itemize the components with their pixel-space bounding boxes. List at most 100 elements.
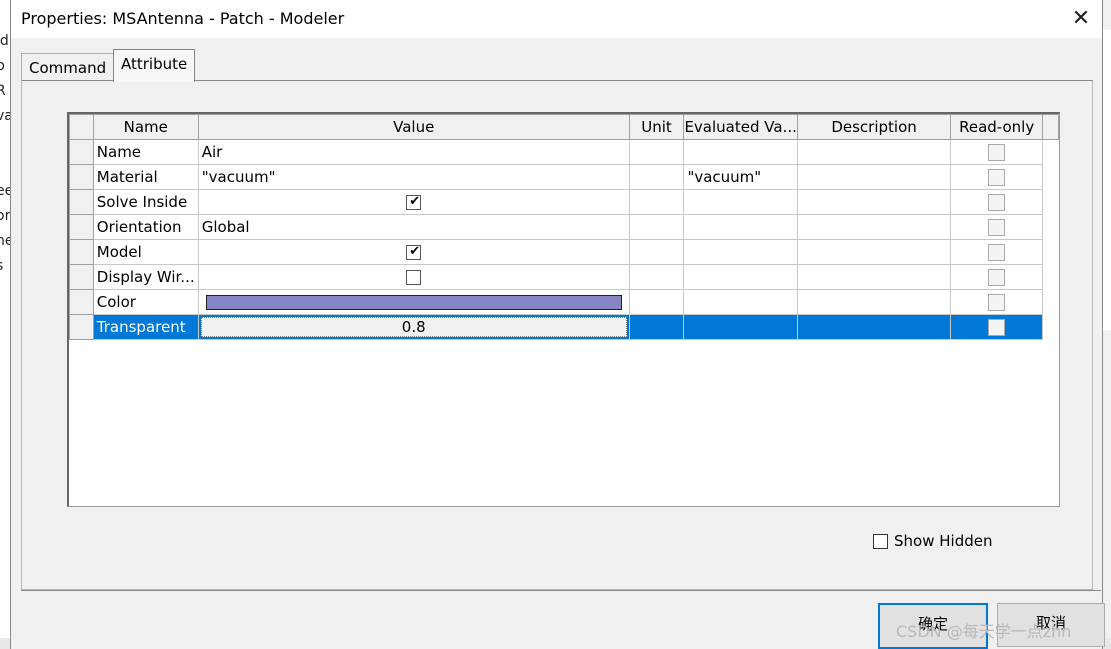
bg-fragment: p [0,58,5,74]
row-header[interactable] [69,139,94,165]
model-checkbox[interactable]: ✔ [406,245,422,260]
cell-filler [1043,240,1059,265]
bg-fragment: R [0,83,6,99]
cell-value[interactable]: ✔ [197,239,630,265]
cell-name: Name [92,139,199,165]
cell-unit[interactable] [628,139,685,165]
cell-evaluated [683,139,798,165]
cell-name: Solve Inside [92,189,199,215]
cell-value[interactable]: Global [197,214,630,240]
cell-name: Model [92,239,199,265]
cell-unit[interactable] [628,239,685,265]
property-grid: Name Value Unit Evaluated Va... Descript… [67,112,1060,507]
cell-value[interactable] [197,264,630,290]
row-header[interactable] [69,214,94,240]
column-header-name[interactable]: Name [92,114,199,140]
cell-name: Display Wir... [92,264,199,290]
cell-readonly [950,314,1044,340]
row-header[interactable] [69,164,94,190]
title-bar: Properties: MSAntenna - Patch - Modeler … [11,0,1102,38]
table-row[interactable]: Name Air [69,139,1059,165]
cell-readonly [950,189,1044,215]
table-row[interactable]: Material "vacuum" "vacuum" [69,164,1059,190]
table-row[interactable]: Solve Inside ✔ [69,189,1059,215]
cell-unit[interactable] [628,314,685,340]
cell-name: Transparent [92,314,199,340]
tab-command[interactable]: Command [21,53,115,82]
readonly-checkbox [988,269,1006,286]
cell-filler [1043,140,1059,165]
cell-readonly [950,214,1044,240]
cell-description[interactable] [796,264,952,290]
cell-description[interactable] [796,214,952,240]
cell-filler [1043,190,1059,215]
cell-name: Orientation [92,214,199,240]
cell-name: Color [92,289,199,315]
cell-filler [1043,290,1059,315]
row-header[interactable] [69,289,94,315]
column-header-description[interactable]: Description [796,114,952,140]
cell-unit[interactable] [628,289,685,315]
show-hidden-option[interactable]: Show Hidden [873,532,992,550]
cell-description[interactable] [796,289,952,315]
readonly-checkbox [988,244,1006,261]
row-header[interactable] [69,314,94,340]
cell-value[interactable]: "vacuum" [197,164,630,190]
cell-value[interactable]: 0.8 [197,314,630,340]
cell-unit[interactable] [628,164,685,190]
show-hidden-checkbox[interactable] [873,534,888,549]
solve-inside-checkbox[interactable]: ✔ [406,194,422,210]
checkmark-icon: ✔ [409,194,421,209]
column-header-evaluated[interactable]: Evaluated Va... [683,114,798,140]
column-header-readonly[interactable]: Read-only [950,114,1044,140]
table-row-selected[interactable]: Transparent 0.8 [69,314,1059,340]
show-hidden-label: Show Hidden [894,532,993,550]
footer-divider [21,590,1101,591]
row-header[interactable] [69,239,94,265]
readonly-checkbox [988,219,1006,236]
table-row[interactable]: Display Wir... [69,264,1059,290]
cell-unit[interactable] [628,214,685,240]
cell-value[interactable]: Air [197,139,630,165]
cell-filler [1043,165,1059,190]
cell-filler [1043,215,1059,240]
header-row: Name Value Unit Evaluated Va... Descript… [69,114,1059,140]
cell-unit[interactable] [628,189,685,215]
column-header-unit[interactable]: Unit [628,114,685,140]
cell-value[interactable] [197,289,630,315]
readonly-checkbox [988,169,1006,186]
cell-evaluated [683,214,798,240]
bg-fragment: or [0,208,11,224]
table-row[interactable]: Model ✔ [69,239,1059,265]
cell-value[interactable]: ✔ [197,189,630,215]
color-swatch[interactable] [205,295,622,310]
close-icon[interactable]: ✕ [1066,4,1096,34]
cell-description[interactable] [796,189,952,215]
tab-attribute[interactable]: Attribute [113,49,196,82]
row-header[interactable] [69,189,94,215]
cell-readonly [950,164,1044,190]
cell-description[interactable] [796,239,952,265]
cell-description[interactable] [796,139,952,165]
table-row[interactable]: Color [69,289,1059,315]
cell-description[interactable] [796,164,952,190]
dialog-title: Properties: MSAntenna - Patch - Modeler [21,9,345,28]
background-window-right [1102,30,1111,330]
cell-readonly [950,264,1044,290]
cell-description[interactable] [796,314,952,340]
watermark: CSDN @每天学一点zhn [896,622,1072,641]
bg-fragment: id [0,33,9,49]
cell-evaluated [683,189,798,215]
column-header-value[interactable]: Value [197,114,630,140]
cell-evaluated [683,264,798,290]
property-table: Name Value Unit Evaluated Va... Descript… [69,114,1059,340]
cell-unit[interactable] [628,264,685,290]
row-header[interactable] [69,264,94,290]
display-wireframe-checkbox[interactable] [406,270,422,285]
cell-name: Material [92,164,199,190]
properties-dialog: Properties: MSAntenna - Patch - Modeler … [10,0,1105,649]
column-header-filler [1042,114,1059,140]
table-row[interactable]: Orientation Global [69,214,1059,240]
cell-readonly [950,239,1044,265]
transparent-value-editor[interactable]: 0.8 [200,317,627,337]
